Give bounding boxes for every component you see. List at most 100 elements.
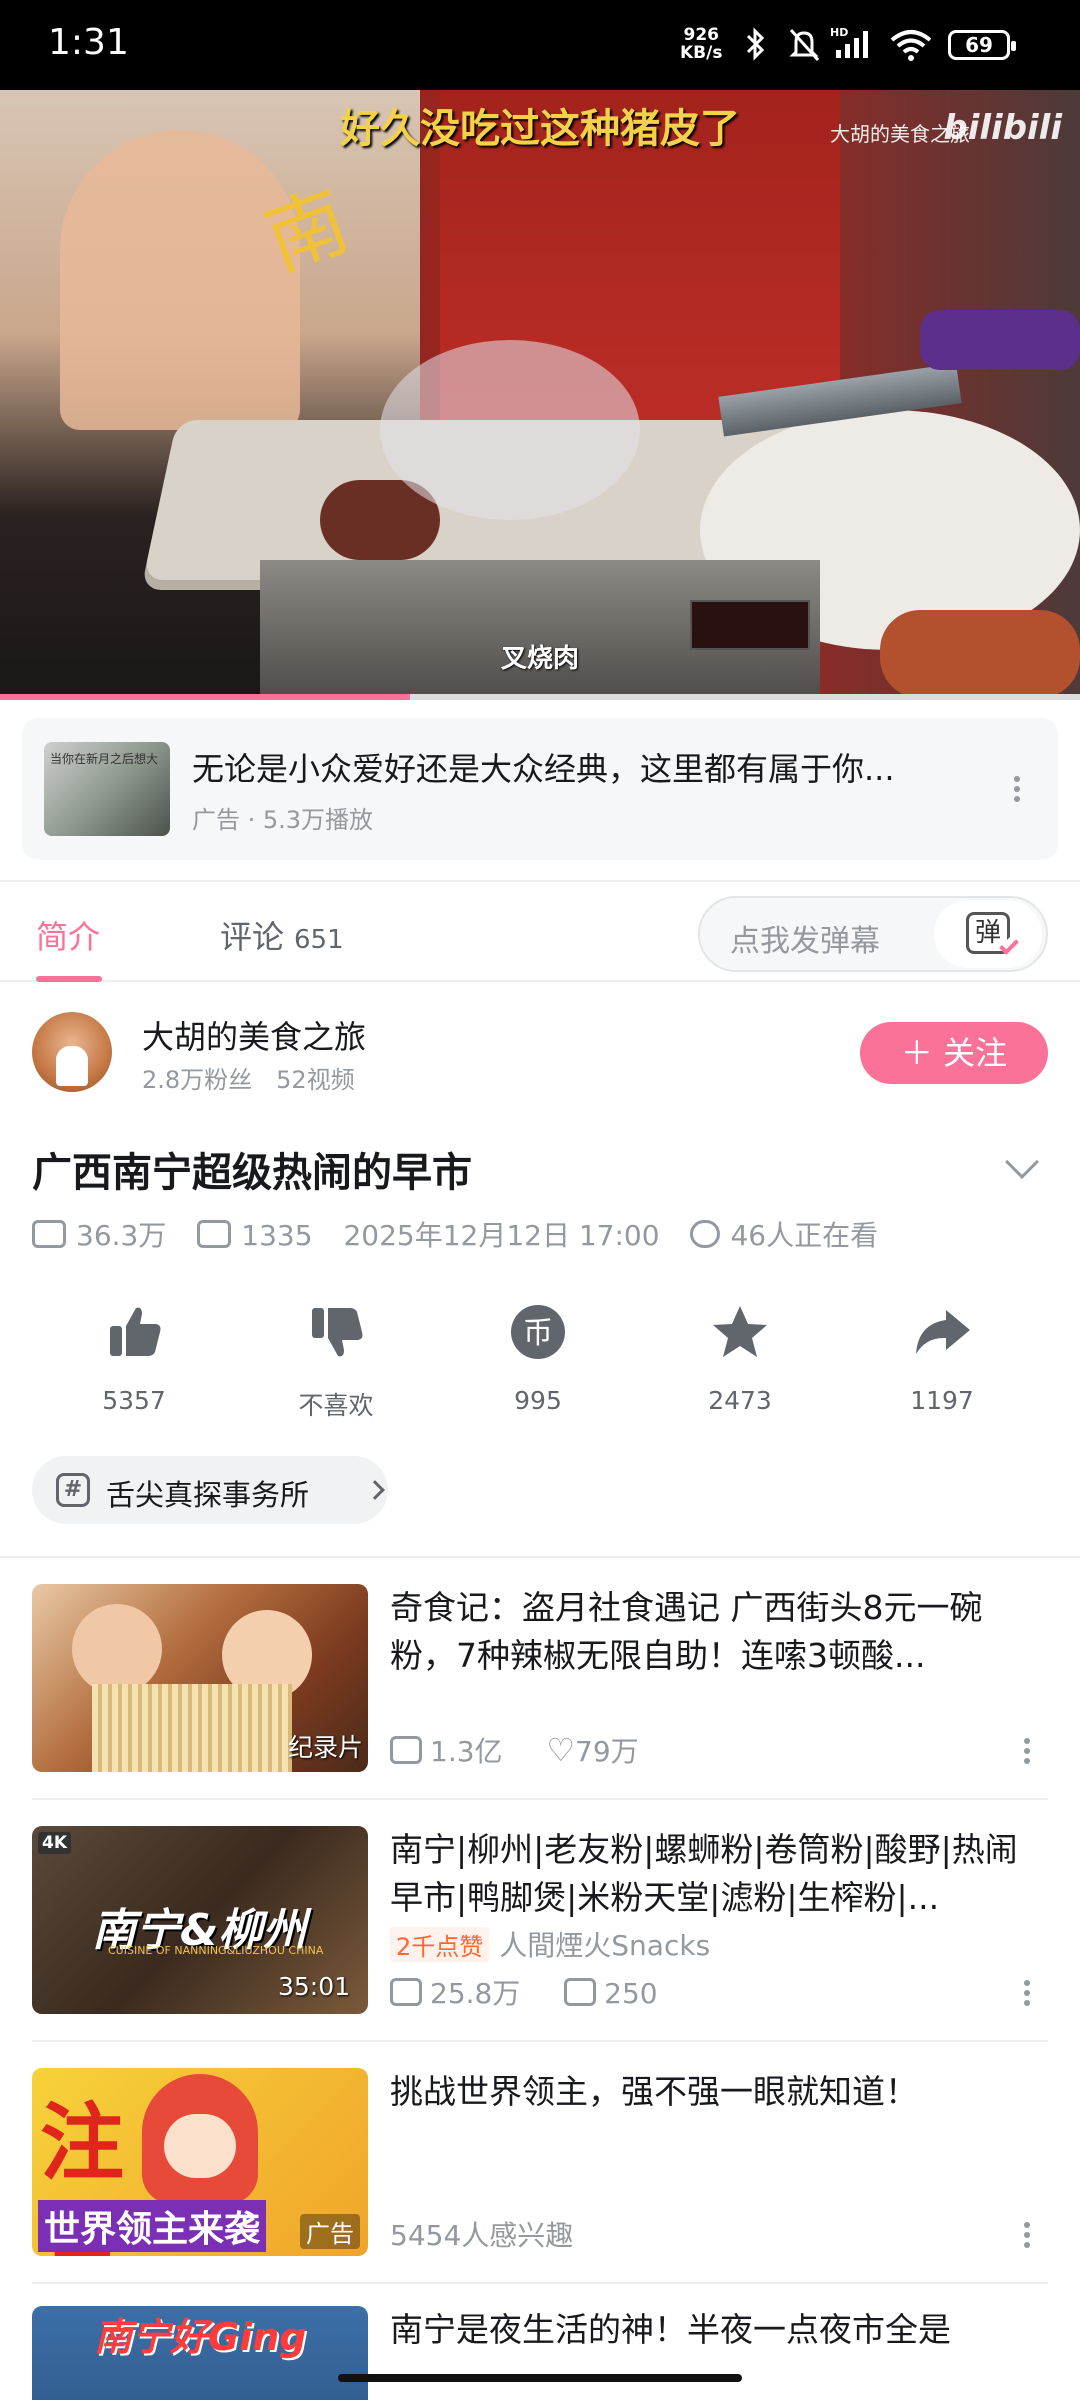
ad-meta: 广告 · 5.3万播放 [192, 806, 374, 834]
recommendation-ad-item[interactable]: 注意 世界领主来袭 广告 挑战世界领主，强不强一眼就知道！ 5454人感兴趣 [32, 2068, 1048, 2288]
tab-comments-count: 651 [294, 925, 344, 955]
section-divider [0, 1556, 1080, 1558]
coin-count: 995 [514, 1386, 562, 1415]
recommendation-thumbnail[interactable]: 注意 世界领主来袭 广告 [32, 2068, 368, 2256]
recommendation-author-line: 2千点赞 人間煙火Snacks [390, 1924, 710, 1964]
video-player[interactable]: 南 好久没吃过这种猪皮了 大胡的美食之旅 bilibili 叉烧肉 [0, 90, 1080, 698]
like-button[interactable]: 5357 [54, 1302, 214, 1415]
more-options-icon[interactable] [1022, 2218, 1032, 2252]
recommendation-title: 南宁|柳州|老友粉|螺蛳粉|卷筒粉|酸野|热闹早市|鸭脚煲|米粉天堂|滤粉|生榨… [390, 1830, 1018, 1917]
video-progress-fill [0, 694, 411, 700]
home-indicator[interactable] [338, 2374, 742, 2382]
status-bar: 1:31 926 KB/s HD 69 [0, 0, 1080, 90]
uploader-name[interactable]: 大胡的美食之旅 [142, 1012, 366, 1058]
chevron-right-icon [365, 1480, 385, 1500]
recommendation-duration: 35:01 [277, 1972, 350, 2001]
list-divider [32, 2282, 1048, 2284]
recommendation-meta: 25.8万 250 [390, 1972, 658, 2012]
like-icon [110, 1307, 161, 1356]
list-divider [32, 1798, 1048, 1800]
ad-title[interactable]: 无论是小众爱好还是大众经典，这里都有属于你... [192, 744, 972, 790]
more-options-icon[interactable] [1022, 1734, 1032, 1768]
ad-thumbnail-text: 当你在新月之后想大 [50, 752, 159, 766]
thumb-subtitle-text: CUISINE OF NANNING&LIUZHOU CHINA [108, 1944, 324, 1957]
thumb-4k-label: 4K [38, 1832, 72, 1854]
thumb-person [72, 1604, 162, 1694]
video-progress-bar[interactable] [0, 694, 1080, 700]
video-title: 广西南宁超级热闹的早市 [32, 1150, 472, 1196]
recommendation-thumbnail[interactable]: 4K 南宁&柳州 CUISINE OF NANNING&LIUZHOU CHIN… [32, 1826, 368, 2014]
uploader-avatar[interactable] [32, 1012, 112, 1092]
recommendation-views: 25.8万 [430, 1977, 521, 2010]
ad-thumbnail[interactable]: 当你在新月之后想大 [44, 742, 170, 836]
recommendation-item[interactable]: 南宁好Ging 南宁是夜生活的神！半夜一点夜市全是 [32, 2306, 1048, 2400]
recommendation-thumbnail[interactable]: 南宁好Ging [32, 2306, 368, 2400]
net-speed-unit: KB/s [680, 43, 723, 63]
play-count-icon [32, 1220, 66, 1248]
more-options-icon[interactable] [1022, 1976, 1032, 2010]
scene-purple-cloth [920, 310, 1080, 370]
battery-icon: 69 [948, 30, 1016, 60]
recommendation-thumbnail[interactable]: 纪录片 [32, 1584, 368, 1772]
expand-chevron-icon[interactable] [1005, 1145, 1039, 1179]
coin-icon: 币 [511, 1305, 565, 1359]
bilibili-logo: bilibili [943, 108, 1062, 148]
recommendation-item[interactable]: 纪录片 奇食记：盗月社食遇记 广西街头8元一碗粉，7种辣椒无限自助！连嗦3顿酸.… [32, 1584, 1048, 1804]
net-speed: 926 KB/s [680, 26, 722, 62]
topic-tag-label: 舌尖真探事务所 [106, 1478, 310, 1512]
watching-icon [690, 1220, 721, 1248]
video-subtitle-bottom: 叉烧肉 [500, 644, 579, 674]
recommendation-item[interactable]: 4K 南宁&柳州 CUISINE OF NANNING&LIUZHOU CHIN… [32, 1826, 1048, 2046]
coin-glyph: 币 [523, 1316, 553, 1351]
share-count: 1197 [910, 1386, 974, 1415]
uploader-stats: 2.8万粉丝 52视频 [142, 1066, 355, 1094]
dislike-icon [312, 1308, 363, 1357]
bluetooth-icon [746, 27, 765, 61]
heart-icon: ♡ [546, 1731, 576, 1769]
play-count-icon [390, 1978, 422, 2006]
scene-bag [380, 340, 640, 520]
publish-date: 2025年12月12日 17:00 [343, 1219, 660, 1252]
topic-tag-chip[interactable]: # 舌尖真探事务所 [32, 1456, 388, 1524]
recommendation-author[interactable]: 人間煙火Snacks [499, 1929, 710, 1962]
watching-count: 46人正在看 [730, 1219, 879, 1252]
recommendation-title: 奇食记：盗月社食遇记 广西街头8元一碗粉，7种辣椒无限自助！连嗦3顿酸... [390, 1588, 983, 1675]
danmaku-placeholder: 点我发弹幕 [730, 924, 880, 959]
wifi-icon [890, 30, 932, 61]
tab-comments-label: 评论 [220, 918, 285, 956]
recommendation-badge: 纪录片 [288, 1733, 364, 1762]
likes-tag: 2千点赞 [390, 1927, 490, 1962]
danmaku-count: 1335 [241, 1219, 313, 1252]
favorite-count: 2473 [708, 1386, 772, 1415]
detail-tabs: 简介 评论 651 点我发弹幕 弹 [0, 880, 1080, 982]
favorite-button[interactable]: 2473 [660, 1302, 820, 1415]
thumb-noodles [92, 1684, 292, 1772]
svg-text:HD: HD [830, 26, 848, 39]
dislike-label: 不喜欢 [298, 1391, 374, 1420]
video-stats: 36.3万 1335 2025年12月12日 17:00 46人正在看 [32, 1214, 878, 1254]
coin-button[interactable]: 币 995 [458, 1302, 618, 1415]
danmaku-input[interactable]: 点我发弹幕 弹 [698, 896, 1048, 972]
danmaku-count-icon [564, 1978, 597, 2006]
recommendation-title: 挑战世界领主，强不强一眼就知道！ [390, 2072, 918, 2111]
follow-button[interactable]: ＋ 关注 [860, 1022, 1048, 1084]
danmaku-count-icon [197, 1220, 232, 1248]
hashtag-icon: # [56, 1473, 90, 1507]
hd-signal-icon: HD [830, 26, 868, 58]
dislike-button[interactable]: 不喜欢 [256, 1302, 416, 1422]
thumb-character-face [164, 2114, 236, 2178]
status-time: 1:31 [48, 22, 129, 63]
ad-card[interactable]: 当你在新月之后想大 无论是小众爱好还是大众经典，这里都有属于你... 广告 · … [22, 718, 1058, 860]
share-button[interactable]: 1197 [862, 1302, 1022, 1415]
tab-comments[interactable]: 评论 651 [220, 912, 344, 958]
thumb-title-text: 南宁好Ging [94, 2315, 307, 2359]
thumb-subtitle-text: 世界领主来袭 [38, 2200, 267, 2252]
ad-more-icon[interactable] [1012, 772, 1022, 806]
danmaku-toggle-button[interactable]: 弹 [934, 900, 1042, 968]
recommendation-interest: 5454人感兴趣 [390, 2219, 574, 2252]
tab-intro[interactable]: 简介 [36, 912, 100, 958]
recommendation-views: 1.3亿 [430, 1735, 503, 1768]
recommendation-likes: 79万 [575, 1735, 639, 1768]
ad-badge: 广告 [300, 2214, 360, 2249]
share-icon [916, 1310, 970, 1354]
